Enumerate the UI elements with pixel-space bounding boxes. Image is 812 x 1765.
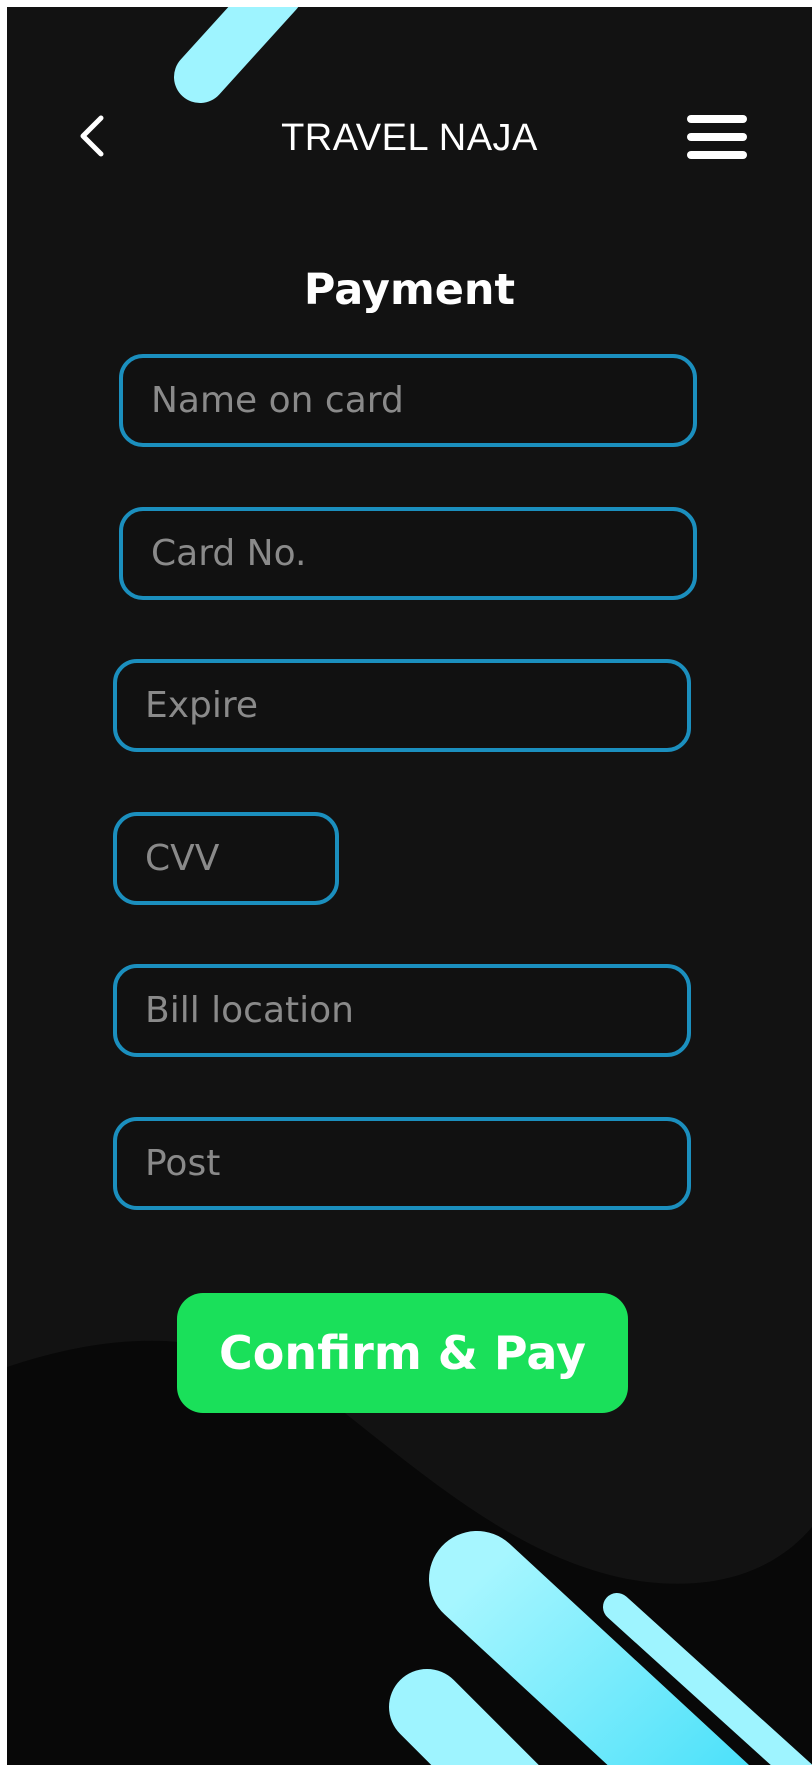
hamburger-menu-icon	[687, 133, 747, 141]
page-title: Payment	[303, 265, 516, 315]
post-field[interactable]: Post	[113, 1117, 691, 1210]
name-on-card-field[interactable]: Name on card	[119, 354, 697, 447]
app-header: TRAVEL NAJA	[7, 97, 812, 177]
card-number-field[interactable]: Card No.	[119, 507, 697, 600]
expire-field[interactable]: Expire	[113, 659, 691, 752]
top-cyan-pill	[174, 7, 298, 103]
hamburger-menu-icon	[687, 151, 747, 159]
hamburger-menu-icon	[687, 115, 747, 123]
confirm-pay-button[interactable]: Confirm & Pay	[177, 1293, 628, 1413]
menu-button[interactable]	[687, 115, 747, 159]
cvv-field[interactable]: CVV	[113, 812, 339, 905]
payment-screen: TRAVEL NAJA Payment Name on card Card No…	[7, 7, 812, 1765]
bill-location-field[interactable]: Bill location	[113, 964, 691, 1057]
